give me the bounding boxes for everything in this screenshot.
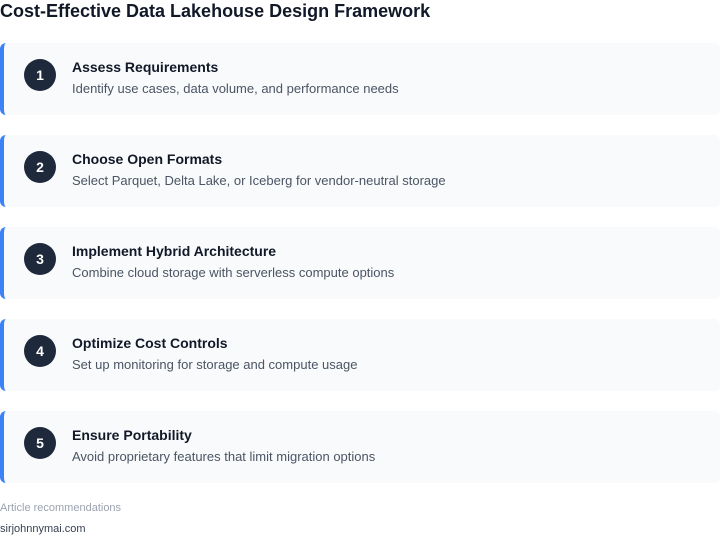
step-description: Avoid proprietary features that limit mi… xyxy=(72,449,376,464)
steps-list: 1 Assess Requirements Identify use cases… xyxy=(0,43,720,503)
step-title: Assess Requirements xyxy=(72,59,219,75)
step-card-5: 5 Ensure Portability Avoid proprietary f… xyxy=(0,411,720,483)
step-description: Select Parquet, Delta Lake, or Iceberg f… xyxy=(72,173,446,188)
footer-label: Article recommendations xyxy=(0,502,122,514)
step-title: Ensure Portability xyxy=(72,427,192,443)
step-card-2: 2 Choose Open Formats Select Parquet, De… xyxy=(0,135,720,207)
step-number-badge: 2 xyxy=(24,151,56,183)
step-card-4: 4 Optimize Cost Controls Set up monitori… xyxy=(0,319,720,391)
step-card-3: 3 Implement Hybrid Architecture Combine … xyxy=(0,227,720,299)
step-description: Set up monitoring for storage and comput… xyxy=(72,357,358,372)
source-link[interactable]: sirjohnnymai.com xyxy=(0,523,86,536)
step-title: Optimize Cost Controls xyxy=(72,335,228,351)
step-title: Implement Hybrid Architecture xyxy=(72,243,277,259)
step-number-badge: 1 xyxy=(24,59,56,91)
step-description: Identify use cases, data volume, and per… xyxy=(72,81,399,96)
page-title: Cost-Effective Data Lakehouse Design Fra… xyxy=(0,1,431,21)
step-number-badge: 5 xyxy=(24,427,56,459)
diagram-page: Cost-Effective Data Lakehouse Design Fra… xyxy=(0,0,720,537)
step-number-badge: 3 xyxy=(24,243,56,275)
step-number-badge: 4 xyxy=(24,335,56,367)
step-title: Choose Open Formats xyxy=(72,151,223,167)
step-description: Combine cloud storage with serverless co… xyxy=(72,265,395,280)
step-card-1: 1 Assess Requirements Identify use cases… xyxy=(0,43,720,115)
